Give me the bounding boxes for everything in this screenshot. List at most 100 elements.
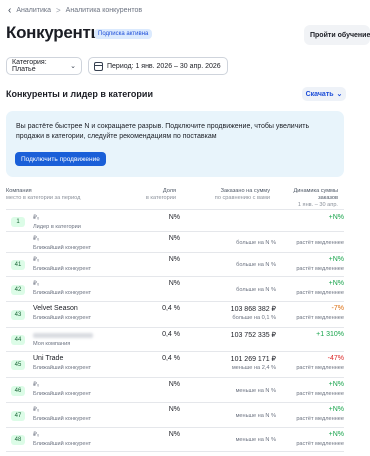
breadcrumb-item-analytics[interactable]: Аналитика — [16, 7, 51, 14]
dynamics-note: растёт медленнее — [296, 315, 344, 321]
column-ordered-label: Заказано на сумму — [220, 188, 270, 194]
company-icon: ₽₀ — [33, 407, 40, 413]
rank-badge: 46 — [11, 386, 25, 396]
training-button[interactable]: Пройти обучение — [304, 25, 370, 45]
column-share: Доля в категории — [120, 188, 176, 202]
connect-promotion-button[interactable]: Подключить продвижение — [15, 152, 106, 166]
ordered-comparison: больше на N % — [236, 240, 276, 246]
company-role: Ближайший конкурент — [33, 315, 92, 321]
rank-badge: 41 — [11, 260, 25, 270]
breadcrumb: ‹ Аналитика > Аналитика конкурентов — [8, 4, 142, 16]
table-row[interactable]: ₽₀ Ближайший конкурент N% больше на N % раст… — [6, 232, 344, 253]
dynamics-value: +1 310% — [316, 331, 344, 338]
dynamics-note: растёт медленнее — [296, 240, 344, 246]
column-dynamics-sub: 1 янв. – 30 апр. — [297, 202, 338, 208]
hidden-company-name — [33, 333, 93, 338]
company-role: Ближайший конкурент — [33, 290, 92, 296]
column-dynamics: Динамика суммы заказов 1 янв. – 30 апр. — [274, 188, 338, 209]
ordered-comparison: меньше на N % — [235, 437, 276, 443]
company-icon: ₽₀ — [33, 432, 40, 438]
table-row[interactable]: 43 Velvet Season Ближайший конкурент 0,4 % 1… — [6, 302, 344, 328]
company-role: Ближайший конкурент — [33, 416, 92, 422]
ordered-comparison: больше на 0,1 % — [232, 315, 276, 321]
chevron-down-icon: ⌄ — [336, 91, 343, 98]
share-value: 0,4 % — [162, 355, 180, 362]
period-filter[interactable]: Период: 1 янв. 2026 – 30 апр. 2026 — [88, 57, 228, 75]
share-value: N% — [168, 280, 180, 287]
dynamics-value: -47% — [327, 355, 344, 362]
company-role: Моя компания — [33, 341, 71, 347]
ordered-comparison: меньше на N % — [235, 413, 276, 419]
dynamics-note: растёт медленнее — [296, 416, 344, 422]
share-value: N% — [168, 256, 180, 263]
column-share-sub: в категории — [145, 195, 176, 201]
arrow-left-icon[interactable]: ‹ — [8, 5, 11, 16]
rank-badge: 1 — [11, 217, 25, 227]
page-title: Конкуренты — [6, 23, 105, 42]
rank-badge: 44 — [11, 335, 25, 345]
period-filter-label: Период: 1 янв. 2026 – 30 апр. 2026 — [107, 62, 221, 70]
company-role: Ближайший конкурент — [33, 365, 92, 371]
dynamics-note: растёт медленнее — [296, 365, 344, 371]
promo-banner: Вы растёте быстрее N и сокращаете разрыв… — [6, 111, 344, 177]
table-row[interactable]: 48 ₽₀ Ближайший конкурент N% меньше на N % +N… — [6, 428, 344, 452]
section-title: Конкуренты и лидер в категории — [6, 89, 153, 99]
ordered-comparison: больше на N % — [236, 262, 276, 268]
rank-badge: 47 — [11, 411, 25, 421]
share-value: N% — [168, 381, 180, 388]
company-name: Velvet Season — [33, 305, 78, 312]
table-row[interactable]: 42 ₽₀ Ближайший конкурент N% больше на N % +N… — [6, 277, 344, 302]
share-value: N% — [168, 214, 180, 221]
dynamics-value: +N% — [328, 280, 344, 287]
dynamics-note: растёт медленнее — [296, 391, 344, 397]
ordered-comparison: меньше на N % — [235, 388, 276, 394]
column-share-label: Доля — [162, 188, 176, 194]
dynamics-value: +N% — [328, 406, 344, 413]
category-filter[interactable]: Категория: Платье ⌄ — [6, 57, 82, 75]
dynamics-value: +N% — [328, 381, 344, 388]
table-row[interactable]: 46 ₽₀ Ближайший конкурент N% меньше на N % +N… — [6, 378, 344, 403]
rank-badge: 42 — [11, 285, 25, 295]
ordered-amount: 103 752 335 ₽ — [230, 332, 276, 339]
company-role: Лидер в категории — [33, 224, 81, 230]
calendar-icon — [94, 61, 103, 71]
download-button[interactable]: Скачать ⌄ — [302, 87, 346, 101]
company-name: Uni Trade — [33, 355, 64, 362]
company-role: Ближайший конкурент — [33, 391, 92, 397]
breadcrumb-separator: > — [56, 5, 61, 15]
dynamics-value: +N% — [328, 431, 344, 438]
dynamics-note: растёт медленнее — [296, 290, 344, 296]
rank-badge: 43 — [11, 310, 25, 320]
share-value: N% — [168, 235, 180, 242]
category-filter-label: Категория: Платье — [12, 59, 47, 73]
column-dynamics-label: Динамика суммы заказов — [293, 188, 338, 201]
ordered-amount: 101 269 171 ₽ — [230, 356, 276, 363]
rank-badge: 45 — [11, 360, 25, 370]
company-icon: ₽₀ — [33, 281, 40, 287]
company-icon: ₽₀ — [33, 236, 40, 242]
header-divider — [6, 209, 344, 210]
table-row[interactable]: 1 ₽₀ Лидер в категории N% +N% — [6, 211, 344, 232]
ordered-comparison: больше на N % — [236, 287, 276, 293]
table-row[interactable]: 41 ₽₀ Ближайший конкурент N% больше на N % +N… — [6, 253, 344, 277]
company-role: Ближайший конкурент — [33, 245, 92, 251]
company-role: Ближайший конкурент — [33, 266, 92, 272]
table-row[interactable]: 45 Uni Trade Ближайший конкурент 0,4 % 101 2… — [6, 352, 344, 378]
breadcrumb-item-competitors[interactable]: Аналитика конкурентов — [66, 7, 142, 14]
dynamics-value: +N% — [328, 256, 344, 263]
company-role: Ближайший конкурент — [33, 441, 92, 447]
table-row[interactable]: 44 Моя компания 0,4 % 103 752 335 ₽ +1 310% — [6, 328, 344, 352]
dynamics-note: растёт медленнее — [296, 266, 344, 272]
column-ordered-sub: по сравнению с вами — [214, 195, 270, 201]
subscription-badge: Подписка активна — [94, 29, 153, 39]
chevron-down-icon: ⌄ — [70, 63, 76, 70]
banner-text: Вы растёте быстрее N и сокращаете разрыв… — [16, 123, 310, 140]
ordered-comparison: меньше на 2,4 % — [231, 365, 276, 371]
column-company-label: Компания — [6, 188, 32, 194]
column-company-sub: место в категории за период — [6, 195, 81, 201]
company-icon: ₽₀ — [33, 257, 40, 263]
share-value: N% — [168, 406, 180, 413]
dynamics-note: растёт медленнее — [296, 441, 344, 447]
table-row[interactable]: 47 ₽₀ Ближайший конкурент N% меньше на N % +N… — [6, 403, 344, 428]
column-ordered: Заказано на сумму по сравнению с вами — [185, 188, 270, 202]
